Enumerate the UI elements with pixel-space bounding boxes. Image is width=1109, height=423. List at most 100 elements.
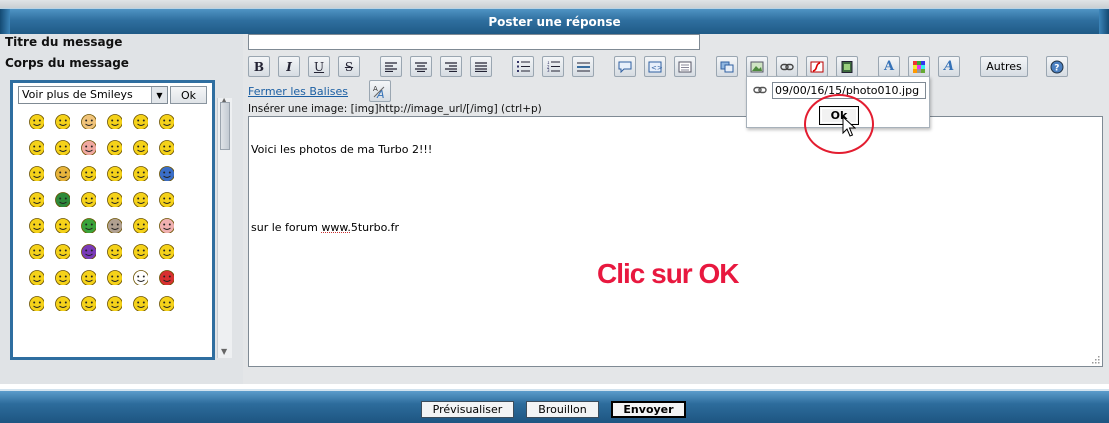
justify-button[interactable] (470, 56, 492, 77)
smiley-icon[interactable] (158, 139, 174, 155)
svg-text:<>: <> (651, 64, 662, 72)
smiley-icon[interactable] (106, 269, 122, 285)
smiley-ok-button[interactable]: Ok (170, 86, 207, 104)
image-icon[interactable] (746, 56, 768, 77)
insert-image-hint: Insérer une image: [img]http://image_url… (248, 103, 542, 115)
svg-text:?: ? (1054, 63, 1059, 73)
smiley-icon[interactable] (106, 243, 122, 259)
text-style-icon[interactable]: AA (369, 80, 391, 102)
smiley-scrollbar[interactable]: ▲ ▼ (217, 96, 232, 358)
close-tags-link[interactable]: Fermer les Balises (248, 85, 348, 98)
horizontal-rule-button[interactable] (572, 56, 594, 77)
smiley-icon[interactable] (28, 165, 44, 181)
smiley-panel: Voir plus de Smileys ▼ Ok (10, 80, 215, 360)
table-icon[interactable] (716, 56, 738, 77)
font-family-icon[interactable]: A (938, 56, 960, 77)
smiley-icon[interactable] (80, 139, 96, 155)
smiley-icon[interactable] (54, 269, 70, 285)
smiley-icon[interactable] (132, 217, 148, 233)
smiley-icon[interactable] (54, 165, 70, 181)
smiley-icon[interactable] (80, 295, 96, 311)
title-input[interactable] (248, 34, 700, 50)
underline-button[interactable]: U (308, 56, 330, 77)
font-size-icon[interactable]: A (878, 56, 900, 77)
link-icon (753, 86, 767, 94)
smiley-icon[interactable] (54, 295, 70, 311)
smiley-icon[interactable] (158, 165, 174, 181)
form-header: Poster une réponse (0, 8, 1109, 34)
smiley-icon[interactable] (106, 139, 122, 155)
link-icon[interactable] (776, 56, 798, 77)
code-icon[interactable]: <> (644, 56, 666, 77)
smiley-icon[interactable] (132, 243, 148, 259)
smiley-icon[interactable] (106, 113, 122, 129)
preview-button[interactable]: Prévisualiser (421, 401, 514, 418)
form-title: Poster une réponse (488, 14, 621, 29)
smiley-icon[interactable] (28, 113, 44, 129)
scroll-down-icon[interactable]: ▼ (221, 347, 227, 356)
more-button[interactable]: Autres (980, 56, 1028, 77)
smiley-select[interactable]: Voir plus de Smileys ▼ (18, 86, 168, 104)
smiley-icon[interactable] (158, 269, 174, 285)
forum-link-text: www. (321, 221, 351, 234)
smiley-icon[interactable] (80, 217, 96, 233)
video-icon[interactable] (836, 56, 858, 77)
message-line-2-suffix: 5turbo.fr (350, 221, 400, 234)
body-label: Corps du message (5, 56, 129, 70)
smiley-icon[interactable] (54, 243, 70, 259)
chevron-down-icon: ▼ (151, 87, 167, 103)
smiley-icon[interactable] (158, 295, 174, 311)
italic-button[interactable]: I (278, 56, 300, 77)
smiley-icon[interactable] (158, 113, 174, 129)
smiley-select-value: Voir plus de Smileys (22, 88, 133, 101)
spoiler-icon[interactable] (674, 56, 696, 77)
strike-button[interactable]: S (338, 56, 360, 77)
smiley-icon[interactable] (132, 113, 148, 129)
numbered-list-button[interactable]: 123 (542, 56, 564, 77)
quote-icon[interactable] (614, 56, 636, 77)
smiley-icon[interactable] (28, 139, 44, 155)
smiley-icon[interactable] (80, 165, 96, 181)
flash-icon[interactable] (806, 56, 828, 77)
resize-grip-icon[interactable] (1092, 356, 1100, 364)
align-center-button[interactable] (410, 56, 432, 77)
bullet-list-button[interactable] (512, 56, 534, 77)
smiley-icon[interactable] (28, 295, 44, 311)
smiley-icon[interactable] (54, 139, 70, 155)
smiley-icon[interactable] (132, 269, 148, 285)
smiley-icon[interactable] (158, 191, 174, 207)
draft-button[interactable]: Brouillon (526, 401, 599, 418)
smiley-icon[interactable] (106, 295, 122, 311)
help-icon[interactable]: ? (1046, 56, 1068, 77)
smiley-icon[interactable] (80, 243, 96, 259)
bottom-bar: Prévisualiser Brouillon Envoyer (0, 389, 1109, 423)
smiley-icon[interactable] (80, 191, 96, 207)
bold-button[interactable]: B (248, 56, 270, 77)
svg-text:3: 3 (547, 68, 550, 72)
smiley-icon[interactable] (158, 217, 174, 233)
smiley-icon[interactable] (28, 243, 44, 259)
smiley-icon[interactable] (132, 191, 148, 207)
align-right-button[interactable] (440, 56, 462, 77)
smiley-icon[interactable] (158, 243, 174, 259)
send-button[interactable]: Envoyer (611, 401, 686, 418)
message-textarea[interactable]: Voici les photos de ma Turbo 2!!! sur le… (248, 116, 1103, 367)
scroll-thumb[interactable] (220, 102, 230, 150)
color-palette-icon[interactable] (908, 56, 930, 77)
smiley-icon[interactable] (106, 191, 122, 207)
smiley-icon[interactable] (132, 165, 148, 181)
smiley-icon[interactable] (28, 217, 44, 233)
smiley-icon[interactable] (54, 113, 70, 129)
smiley-icon[interactable] (28, 269, 44, 285)
smiley-icon[interactable] (54, 191, 70, 207)
smiley-icon[interactable] (132, 295, 148, 311)
align-left-button[interactable] (380, 56, 402, 77)
smiley-icon[interactable] (80, 269, 96, 285)
smiley-icon[interactable] (132, 139, 148, 155)
smiley-icon[interactable] (80, 113, 96, 129)
smiley-icon[interactable] (106, 217, 122, 233)
smiley-icon[interactable] (54, 217, 70, 233)
smiley-icon[interactable] (28, 191, 44, 207)
smiley-icon[interactable] (106, 165, 122, 181)
highlight-circle (804, 94, 874, 154)
